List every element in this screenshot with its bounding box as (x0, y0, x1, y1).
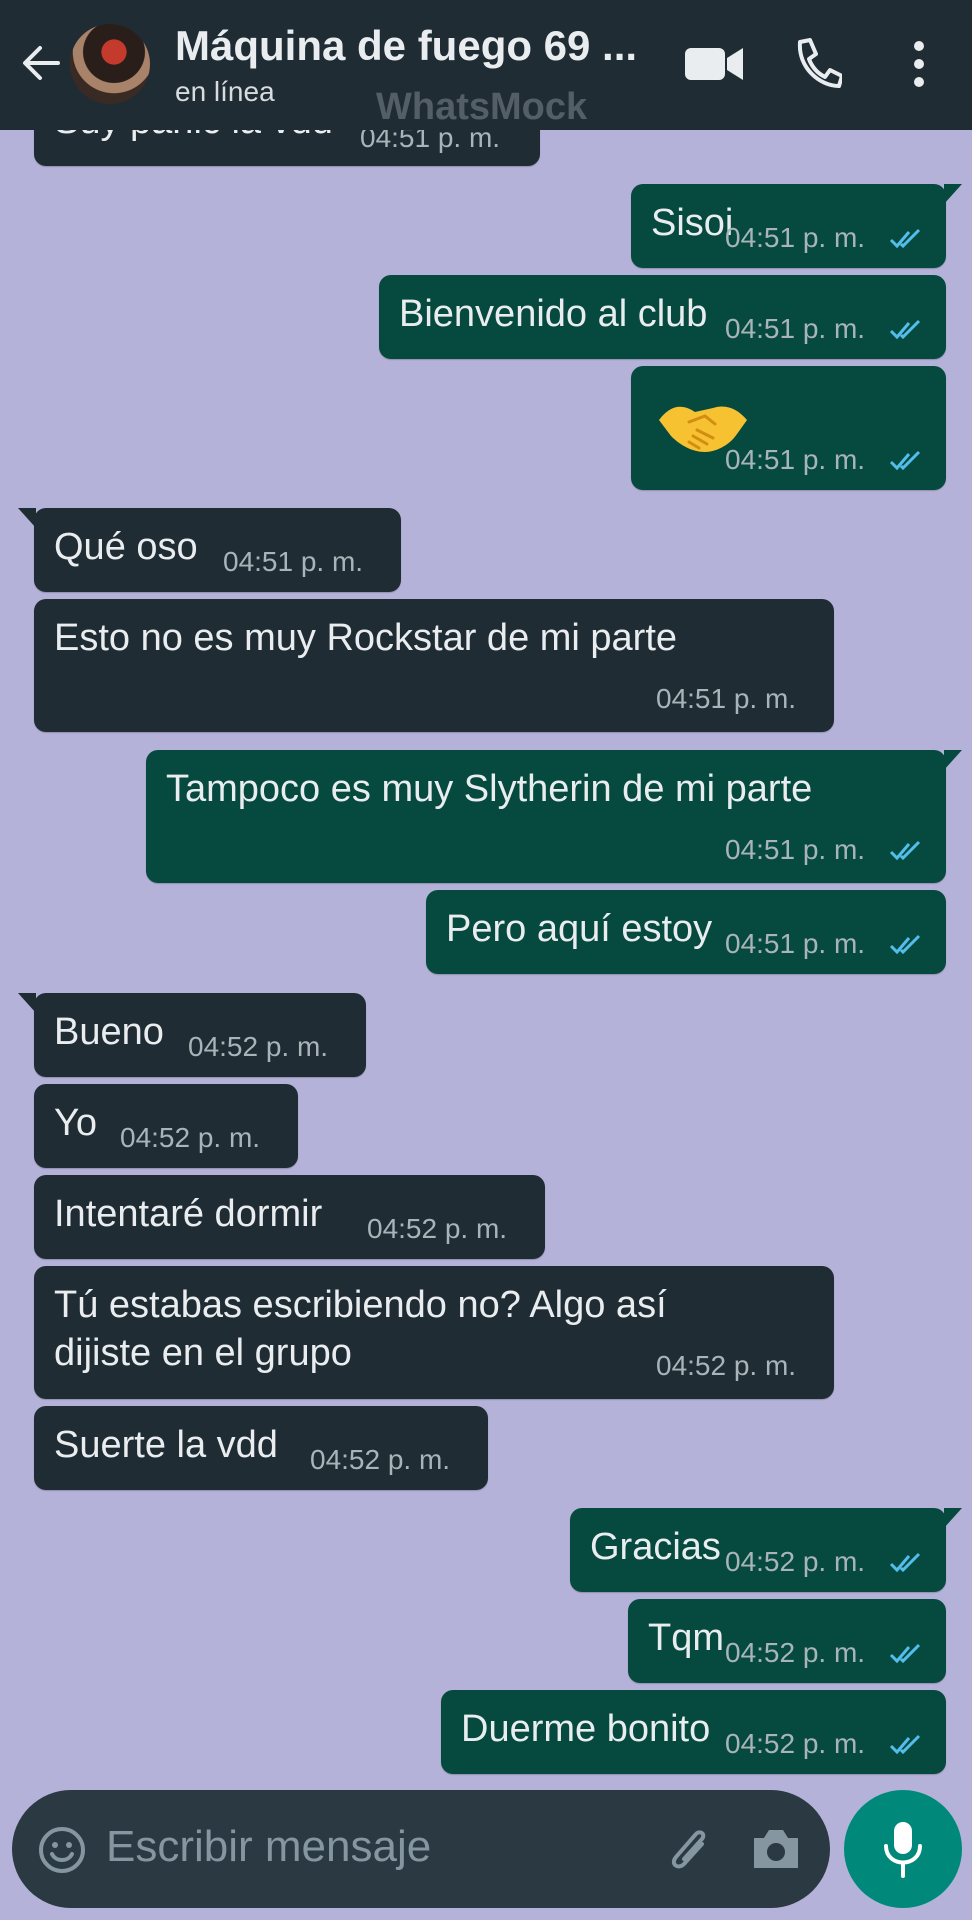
watermark: WhatsMock (376, 86, 588, 128)
message-incoming[interactable]: Bueno 04:52 p. m. (18, 993, 366, 1077)
message-text: Tampoco es muy Slytherin de mi parte (166, 768, 813, 810)
message-text: Sisoi (651, 202, 734, 244)
contact-avatar[interactable] (70, 24, 150, 104)
message-outgoing[interactable]: Pero aquí estoy 04:51 p. m. (426, 890, 946, 974)
contact-name[interactable]: Máquina de fuego 69 ... (175, 22, 645, 70)
message-text: Tqm (648, 1617, 724, 1659)
read-receipt-icon (889, 934, 921, 955)
video-call-icon[interactable] (683, 36, 745, 90)
message-outgoing[interactable]: Tqm 04:52 p. m. (628, 1599, 946, 1683)
message-incoming[interactable]: Intentaré dormir 04:52 p. m. (34, 1175, 545, 1259)
message-text: Bueno (54, 1011, 164, 1053)
read-receipt-icon (889, 319, 921, 340)
message-text: Intentaré dormir (54, 1193, 323, 1235)
message-text: Esto no es muy Rockstar de mi parte (54, 617, 678, 659)
read-receipt-icon (889, 1643, 921, 1664)
read-receipt-icon (889, 450, 921, 471)
message-outgoing[interactable]: Bienvenido al club 04:51 p. m. (379, 275, 946, 359)
message-text: Bienvenido al club (399, 293, 708, 335)
message-time: 04:51 p. m. (725, 834, 866, 865)
attach-clip-icon[interactable] (662, 1820, 716, 1878)
message-incoming[interactable]: Esto no es muy Rockstar de mi parte 04:5… (34, 599, 834, 732)
read-receipt-icon (889, 1552, 921, 1573)
message-time: 04:52 p. m. (120, 1122, 261, 1153)
message-outgoing[interactable]: Duerme bonito 04:52 p. m. (441, 1690, 946, 1774)
message-time: 04:51 p. m. (725, 313, 866, 344)
camera-icon[interactable] (750, 1824, 802, 1872)
microphone-icon (884, 1822, 922, 1878)
message-outgoing[interactable]: Sisoi 04:51 p. m. (631, 184, 962, 268)
message-time: 04:52 p. m. (725, 1728, 866, 1759)
message-text: Suerte la vdd (54, 1424, 278, 1466)
emoji-icon[interactable] (38, 1826, 86, 1874)
message-text: Pero aquí estoy (446, 908, 713, 950)
microphone-button[interactable] (844, 1790, 962, 1908)
message-input-bar[interactable]: Escribir mensaje (12, 1790, 830, 1908)
message-text: Qué oso (54, 526, 198, 568)
contact-status: en línea (175, 76, 275, 107)
back-arrow-icon[interactable] (18, 40, 64, 86)
read-receipt-icon (889, 840, 921, 861)
message-text: Duerme bonito (461, 1708, 711, 1750)
message-incoming[interactable]: Suerte la vdd 04:52 p. m. (34, 1406, 488, 1490)
chat-area[interactable]: Suy panic la vdd 04:51 p. m. Sisoi 04:51… (0, 0, 972, 1780)
message-time: 04:51 p. m. (223, 546, 364, 577)
message-incoming[interactable]: Tú estabas escribiendo no? Algo así diji… (34, 1266, 834, 1399)
message-text: Yo (54, 1102, 97, 1144)
message-text: Gracias (590, 1526, 721, 1568)
more-vert-icon[interactable] (904, 36, 934, 92)
read-receipt-icon (889, 1734, 921, 1755)
message-time: 04:51 p. m. (656, 683, 797, 714)
message-time: 04:51 p. m. (725, 928, 866, 959)
message-time: 04:52 p. m. (725, 1546, 866, 1577)
message-time: 04:52 p. m. (656, 1350, 797, 1381)
message-incoming[interactable]: Qué oso 04:51 p. m. (18, 508, 401, 592)
message-input[interactable]: Escribir mensaje (106, 1822, 431, 1872)
message-time: 04:51 p. m. (725, 444, 866, 475)
message-time: 04:52 p. m. (310, 1444, 451, 1475)
message-outgoing[interactable]: Tampoco es muy Slytherin de mi parte 04:… (146, 750, 962, 883)
message-outgoing[interactable]: 04:51 p. m. (631, 366, 946, 490)
message-time: 04:52 p. m. (367, 1213, 508, 1244)
message-text-line-1: Tú estabas escribiendo no? Algo así (54, 1284, 667, 1326)
phone-icon[interactable] (792, 36, 842, 90)
message-time: 04:52 p. m. (725, 1637, 866, 1668)
message-time: 04:51 p. m. (725, 222, 866, 253)
message-text-line-2: dijiste en el grupo (54, 1332, 352, 1374)
message-outgoing[interactable]: Gracias 04:52 p. m. (570, 1508, 962, 1592)
message-time: 04:52 p. m. (188, 1031, 329, 1062)
read-receipt-icon (889, 228, 921, 249)
message-incoming[interactable]: Yo 04:52 p. m. (34, 1084, 298, 1168)
